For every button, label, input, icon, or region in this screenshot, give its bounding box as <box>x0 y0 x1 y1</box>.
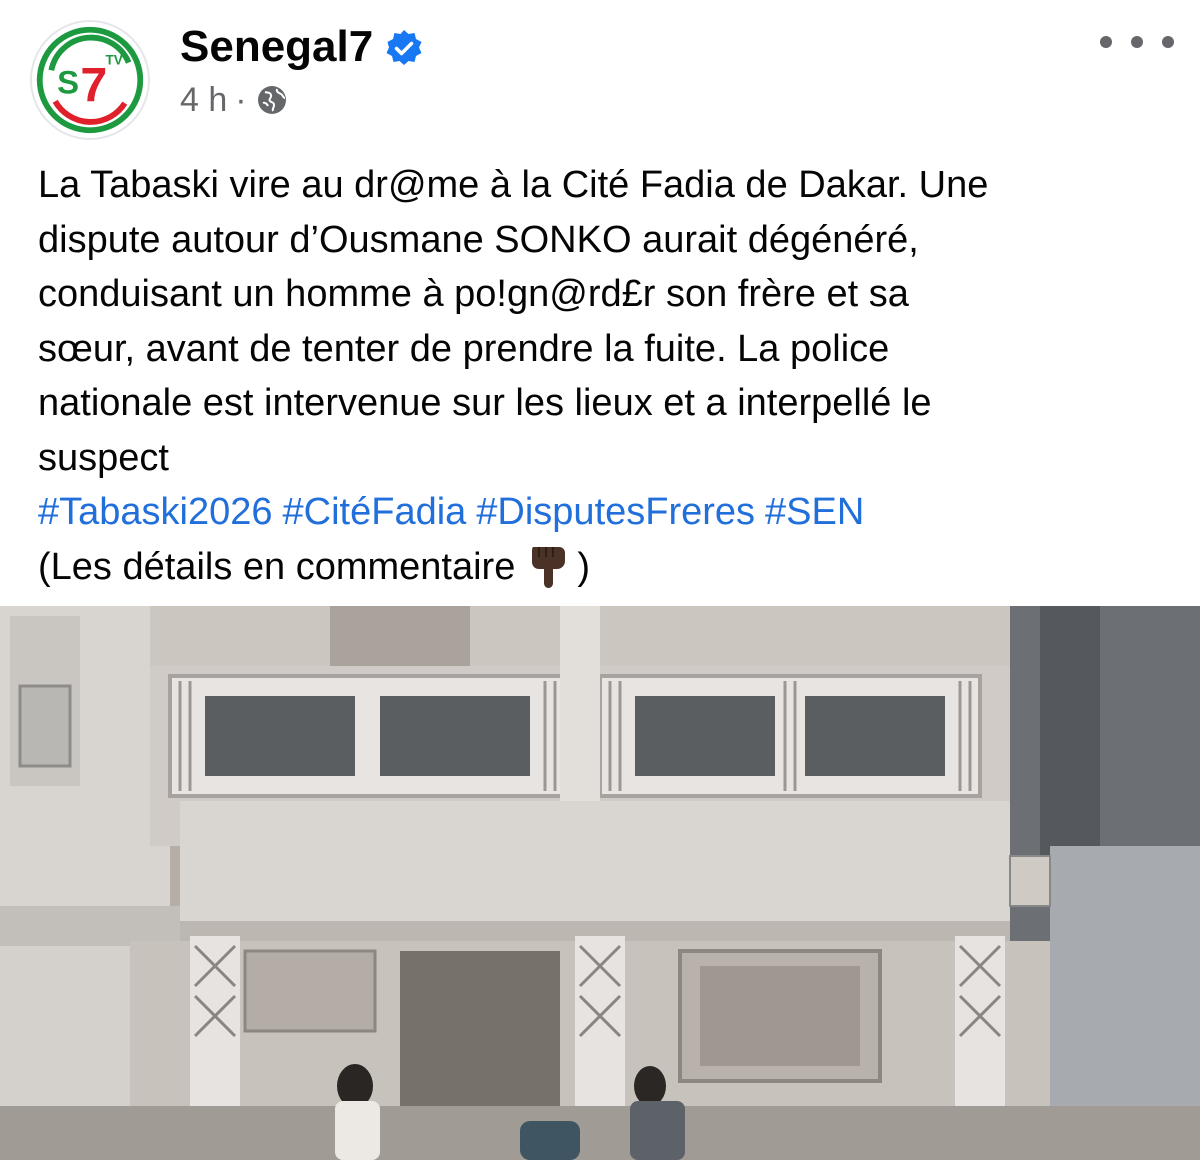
post-text-line: conduisant un homme à po!gn@rd£r son frè… <box>38 273 909 315</box>
meta-separator: · <box>235 80 247 119</box>
page-avatar[interactable]: S 7 TV <box>30 20 150 140</box>
post-text-line: suspect <box>38 436 169 479</box>
post-text-line: La Tabaski vire au dr@me à la Cité Fadia… <box>38 164 989 206</box>
more-dot <box>1131 36 1143 48</box>
hashtag-link[interactable]: #SEN <box>765 491 864 533</box>
comment-hint-line: (Les détails en commentaire ) <box>38 540 1178 595</box>
page-name[interactable]: Senegal7 <box>180 20 373 74</box>
post-text: La Tabaski vire au dr@me à la Cité Fadia… <box>38 158 1178 594</box>
hashtag-link[interactable]: #Tabaski2026 <box>38 491 273 533</box>
comment-hint-text: (Les détails en commentaire <box>38 545 516 588</box>
post-header: S 7 TV Senegal7 4 h · <box>0 0 1200 140</box>
more-dot <box>1162 36 1174 48</box>
hashtags-line: #Tabaski2026 #CitéFadia #DisputesFreres #SE… <box>38 485 1178 540</box>
hashtag-link[interactable]: #CitéFadia <box>283 491 467 533</box>
post-text-line: nationale est intervenue sur les lieux e… <box>38 382 932 424</box>
svg-text:S: S <box>57 64 79 101</box>
verified-badge-icon <box>386 30 422 65</box>
post-text-line: sœur, avant de tenter de prendre la fuit… <box>38 327 890 370</box>
post-video-thumbnail[interactable] <box>0 606 1200 1160</box>
facebook-post: S 7 TV Senegal7 4 h · La Tabaski vire au… <box>0 0 1200 1160</box>
svg-text:7: 7 <box>80 58 107 112</box>
post-time[interactable]: 4 h <box>180 81 227 120</box>
video-frame-building <box>0 606 1200 1160</box>
pointing-down-icon <box>532 546 566 588</box>
post-text-line: dispute autour d’Ousmane SONKO aurait dé… <box>38 218 919 261</box>
globe-icon[interactable] <box>255 83 289 117</box>
more-dot <box>1100 36 1112 48</box>
post-meta: 4 h · <box>180 78 289 122</box>
svg-text:TV: TV <box>105 53 122 68</box>
senegal7-logo-icon: S 7 TV <box>36 26 144 134</box>
comment-hint-close: ) <box>577 545 590 588</box>
more-options-icon[interactable] <box>1100 22 1174 62</box>
hashtag-link[interactable]: #DisputesFreres <box>476 491 755 533</box>
